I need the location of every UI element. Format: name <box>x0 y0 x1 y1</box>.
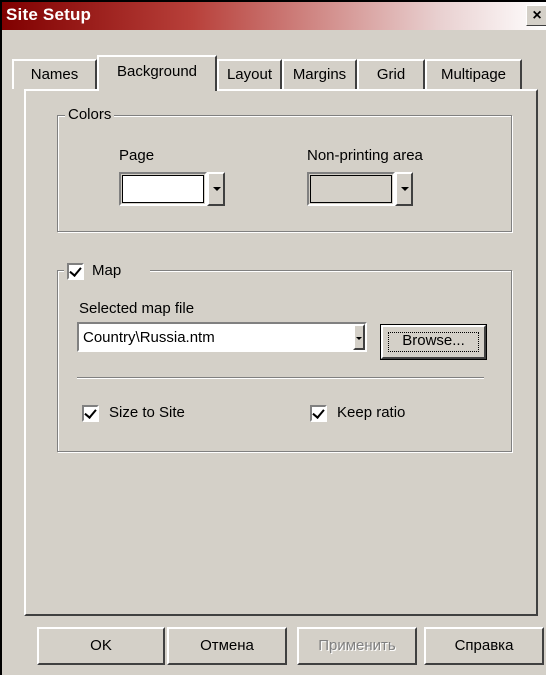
map-file-value: Country\Russia.ntm <box>83 329 215 346</box>
nonprinting-area-label: Non-printing area <box>307 147 423 164</box>
page-color-swatch[interactable] <box>119 172 207 206</box>
apply-button[interactable]: Применить <box>297 627 417 665</box>
help-button-label: Справка <box>454 637 514 654</box>
tab-margins-label: Margins <box>292 66 347 83</box>
map-groupbox <box>57 270 512 452</box>
keep-ratio-label: Keep ratio <box>337 404 406 421</box>
tab-names[interactable]: Names <box>12 59 97 89</box>
tab-background-label: Background <box>116 63 198 80</box>
keep-ratio-checkbox[interactable] <box>310 405 327 422</box>
map-group-header: Map <box>64 262 150 280</box>
checkmark-icon <box>312 406 325 419</box>
chevron-down-icon <box>401 187 409 191</box>
title-bar[interactable]: Site Setup × <box>2 2 546 30</box>
cancel-button[interactable]: Отмена <box>167 627 287 665</box>
colors-group-title: Colors <box>65 106 115 124</box>
site-setup-dialog: Site Setup × Names Background Layout Mar… <box>0 0 546 675</box>
chevron-down-icon <box>356 337 362 340</box>
tab-grid[interactable]: Grid <box>357 59 425 89</box>
selected-map-file-label: Selected map file <box>79 300 195 317</box>
close-button[interactable]: × <box>526 5 546 26</box>
browse-button[interactable]: Browse... <box>380 324 487 360</box>
page-color-fill <box>122 175 204 203</box>
ok-button-label: OK <box>90 637 112 654</box>
checkmark-icon <box>84 406 97 419</box>
nonprinting-color-picker[interactable] <box>307 172 413 206</box>
tab-layout[interactable]: Layout <box>217 59 282 89</box>
window-title: Site Setup <box>6 5 92 24</box>
nonprinting-color-dropdown-button[interactable] <box>395 172 413 206</box>
nonprinting-color-fill <box>310 175 392 203</box>
page-color-dropdown-button[interactable] <box>207 172 225 206</box>
browse-button-face: Browse... <box>381 325 486 359</box>
map-checkbox[interactable] <box>67 263 84 280</box>
tab-multipage-label: Multipage <box>440 66 507 83</box>
map-file-dropdown-button[interactable] <box>353 324 365 350</box>
size-to-site-checkbox[interactable] <box>82 405 99 422</box>
chevron-down-icon <box>213 187 221 191</box>
map-group-title: Map <box>92 262 122 279</box>
map-separator <box>77 377 484 379</box>
cancel-button-label: Отмена <box>200 637 254 654</box>
size-to-site-label: Size to Site <box>109 404 185 421</box>
tab-margins[interactable]: Margins <box>282 59 357 89</box>
checkmark-icon <box>69 264 82 277</box>
tab-background[interactable]: Background <box>97 55 217 91</box>
apply-button-label: Применить <box>318 637 396 654</box>
map-file-combobox[interactable]: Country\Russia.ntm <box>77 322 367 352</box>
close-icon: × <box>532 7 542 24</box>
tab-names-label: Names <box>30 66 79 83</box>
browse-button-label: Browse... <box>402 332 465 349</box>
tab-multipage[interactable]: Multipage <box>425 59 522 89</box>
help-button[interactable]: Справка <box>424 627 544 665</box>
page-color-picker[interactable] <box>119 172 225 206</box>
ok-button[interactable]: OK <box>37 627 165 665</box>
nonprinting-color-swatch[interactable] <box>307 172 395 206</box>
page-color-label: Page <box>119 147 155 164</box>
tab-grid-label: Grid <box>376 66 406 83</box>
tab-layout-label: Layout <box>226 66 273 83</box>
